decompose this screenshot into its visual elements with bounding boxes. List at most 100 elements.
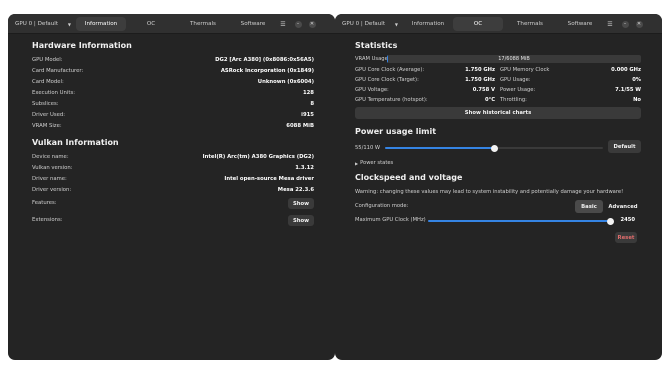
vram-usage-label: VRAM Usage <box>355 56 388 62</box>
stat-label: GPU Core Clock (Target): <box>355 77 419 83</box>
vk-label: Device name: <box>32 154 69 160</box>
tab-software[interactable]: Software <box>555 17 605 31</box>
hw-row: GPU Model: DG2 [Arc A380] (0x8086:0x56A5) <box>32 55 314 65</box>
hw-label: Card Model: <box>32 79 64 85</box>
tab-thermals[interactable]: Thermals <box>505 17 555 31</box>
stat-label: GPU Voltage: <box>355 87 389 93</box>
gpu-selector[interactable]: GPU 0 | Default ▼ <box>338 17 402 31</box>
show-historical-charts-button[interactable]: Show historical charts <box>355 107 641 119</box>
tab-software[interactable]: Software <box>228 17 278 31</box>
power-limit-value: 55/110 W <box>355 145 381 151</box>
power-limit-title: Power usage limit <box>355 127 437 136</box>
chevron-right-icon: ▶ <box>355 160 359 166</box>
stat-value: 0.000 GHz <box>611 67 641 73</box>
stat-value: No <box>633 97 641 103</box>
oc-window: GPU 0 | Default ▼ Information OC Thermal… <box>335 14 662 360</box>
hw-value: 6088 MiB <box>286 123 314 129</box>
stat-value: 0% <box>632 77 641 83</box>
hardware-info-title: Hardware Information <box>32 41 132 50</box>
stat-label: Throttling: <box>500 97 527 103</box>
vk-row: Extensions: <box>32 215 314 225</box>
stat-label: GPU Memory Clock <box>500 67 550 73</box>
chevron-down-icon: ▼ <box>67 21 71 27</box>
stat-label: GPU Usage: <box>500 77 531 83</box>
vram-usage-bar: 17/6088 MiB <box>387 55 641 63</box>
header-bar: GPU 0 | Default ▼ Information OC Thermal… <box>335 14 662 34</box>
tab-thermals[interactable]: Thermals <box>178 17 228 31</box>
hw-value: DG2 [Arc A380] (0x8086:0x56A5) <box>215 57 314 63</box>
stat-label: GPU Core Clock (Average): <box>355 67 425 73</box>
vk-value: 1.3.12 <box>295 165 314 171</box>
vk-label: Driver name: <box>32 176 67 182</box>
vk-value: Mesa 22.3.6 <box>277 187 314 193</box>
hw-label: VRAM Size: <box>32 123 62 129</box>
max-gpu-clock-value: 2450 <box>620 217 635 223</box>
statistics-title: Statistics <box>355 41 398 50</box>
header-bar: GPU 0 | Default ▼ Information OC Thermal… <box>8 14 335 34</box>
minimize-icon[interactable]: – <box>620 18 630 30</box>
max-gpu-clock-knob[interactable] <box>606 217 614 225</box>
power-states-expander[interactable]: ▶ Power states <box>355 159 393 167</box>
tab-bar: Information OC Thermals Software <box>76 17 276 31</box>
gpu-selector[interactable]: GPU 0 | Default ▼ <box>11 17 75 31</box>
minimize-icon[interactable]: – <box>293 18 303 30</box>
hw-label: Card Manufacturer: <box>32 68 84 74</box>
hw-value: Unknown (0x6004) <box>257 79 314 85</box>
hw-row: Subslices: 8 <box>32 99 314 109</box>
vk-label: Features: <box>32 200 57 206</box>
hw-row: Card Model: Unknown (0x6004) <box>32 77 314 87</box>
clockspeed-title: Clockspeed and voltage <box>355 173 463 182</box>
extensions-show-button[interactable]: Show <box>288 215 314 226</box>
close-icon[interactable]: ✕ <box>307 18 317 30</box>
close-icon[interactable]: ✕ <box>634 18 644 30</box>
hw-row: Driver Used: i915 <box>32 110 314 120</box>
stat-value: 1.750 GHz <box>465 77 495 83</box>
hw-label: GPU Model: <box>32 57 63 63</box>
tab-information[interactable]: Information <box>76 17 126 31</box>
vk-value: Intel open-source Mesa driver <box>224 176 314 182</box>
tab-information[interactable]: Information <box>403 17 453 31</box>
stat-value: 0.758 V <box>472 87 495 93</box>
info-window: GPU 0 | Default ▼ Information OC Thermal… <box>8 14 335 360</box>
stability-warning: Warning: changing these values may lead … <box>355 189 624 195</box>
hw-value: 128 <box>302 90 314 96</box>
chevron-down-icon: ▼ <box>394 21 398 27</box>
vk-row: Driver version: Mesa 22.3.6 <box>32 185 314 195</box>
hamburger-menu-icon[interactable]: ☰ <box>605 18 615 30</box>
features-show-button[interactable]: Show <box>288 198 314 209</box>
vk-label: Driver version: <box>32 187 72 193</box>
max-gpu-clock-fill <box>428 220 610 222</box>
tab-oc[interactable]: OC <box>126 17 176 31</box>
vulkan-info-title: Vulkan Information <box>32 138 119 147</box>
stat-value: 7.1/55 W <box>615 87 641 93</box>
stat-value: 0°C <box>484 97 495 103</box>
vk-row: Features: <box>32 198 314 208</box>
hw-label: Execution Units: <box>32 90 76 96</box>
vram-usage-text: 17/6088 MiB <box>498 56 530 62</box>
hw-row: Card Manufacturer: ASRock Incorporation (… <box>32 66 314 76</box>
reset-button[interactable]: Reset <box>615 232 637 243</box>
hw-label: Driver Used: <box>32 112 66 118</box>
power-states-label: Power states <box>360 160 394 166</box>
basic-mode-button[interactable]: Basic <box>575 200 603 213</box>
stat-label: Power Usage: <box>500 87 536 93</box>
power-limit-fill <box>385 147 494 149</box>
vk-row: Vulkan version: 1.3.12 <box>32 163 314 173</box>
vk-row: Driver name: Intel open-source Mesa drive… <box>32 174 314 184</box>
power-limit-slider[interactable] <box>385 144 603 152</box>
tab-oc[interactable]: OC <box>453 17 503 31</box>
max-gpu-clock-slider[interactable] <box>428 217 614 225</box>
hw-row: Execution Units: 128 <box>32 88 314 98</box>
vk-row: Device name: Intel(R) Arc(tm) A380 Graphi… <box>32 152 314 162</box>
advanced-mode-button[interactable]: Advanced <box>605 200 641 213</box>
config-mode-label: Configuration mode: <box>355 203 409 209</box>
hw-value: i915 <box>301 112 314 118</box>
hw-row: VRAM Size: 6088 MiB <box>32 121 314 131</box>
vk-label: Vulkan version: <box>32 165 73 171</box>
power-default-button[interactable]: Default <box>608 140 641 153</box>
stat-value: 1.750 GHz <box>465 67 495 73</box>
hw-value: ASRock Incorporation (0x1849) <box>220 68 314 74</box>
power-limit-knob[interactable] <box>490 144 498 152</box>
gpu-selector-label: GPU 0 | Default <box>342 21 386 27</box>
hamburger-menu-icon[interactable]: ☰ <box>278 18 288 30</box>
